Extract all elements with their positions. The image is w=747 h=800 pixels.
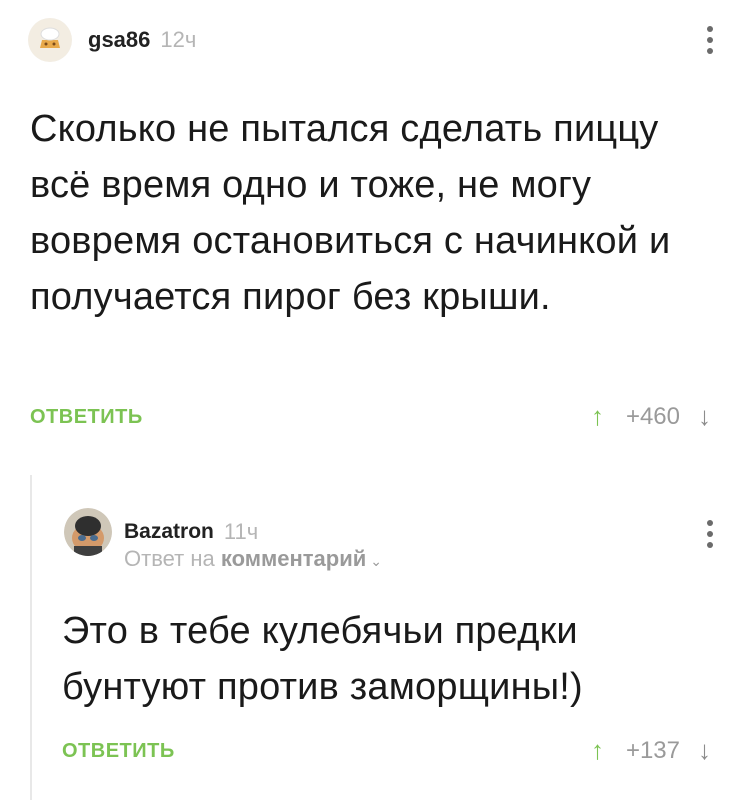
downvote-icon[interactable]: ↓ (698, 735, 711, 766)
reply-button[interactable]: ОТВЕТИТЬ (30, 406, 143, 429)
rating-value: +137 (625, 736, 680, 764)
comment-header: gsa86 12ч (28, 18, 196, 62)
rating-block: ↑ +137 ↓ (591, 735, 711, 766)
reply-to-line: Ответ на комментарий ⌄ (124, 546, 382, 572)
upvote-icon[interactable]: ↑ (591, 401, 604, 432)
more-options-icon[interactable] (706, 520, 714, 548)
avatar[interactable] (64, 508, 112, 556)
timestamp: 11ч (223, 519, 259, 544)
rating-value: +460 (625, 402, 680, 430)
upvote-icon[interactable]: ↑ (591, 735, 604, 766)
username[interactable]: gsa86 (88, 27, 150, 53)
downvote-icon[interactable]: ↓ (698, 401, 711, 432)
reply-to-prefix: Ответ на (124, 546, 215, 571)
comment-gsa86: gsa86 12ч Сколько не пытался сделать пиц… (0, 0, 747, 470)
chevron-down-icon[interactable]: ⌄ (370, 553, 382, 569)
rating-block: ↑ +460 ↓ (591, 401, 711, 432)
reply-button[interactable]: ОТВЕТИТЬ (62, 740, 175, 763)
more-options-icon[interactable] (706, 26, 714, 54)
comment-bazatron: Bazatron 11ч Ответ на комментарий ⌄ Это в… (0, 470, 747, 800)
comment-text: Сколько не пытался сделать пиццу всё вре… (30, 108, 671, 318)
username[interactable]: Bazatron (124, 520, 214, 544)
parent-comment-link[interactable]: комментарий (221, 546, 366, 571)
comment-text: Это в тебе кулебячьи предки бунтуют прот… (62, 610, 583, 708)
chef-icon (28, 18, 72, 62)
user-avatar-icon (64, 508, 112, 556)
timestamp: 12ч (160, 27, 197, 52)
avatar[interactable] (28, 18, 72, 62)
